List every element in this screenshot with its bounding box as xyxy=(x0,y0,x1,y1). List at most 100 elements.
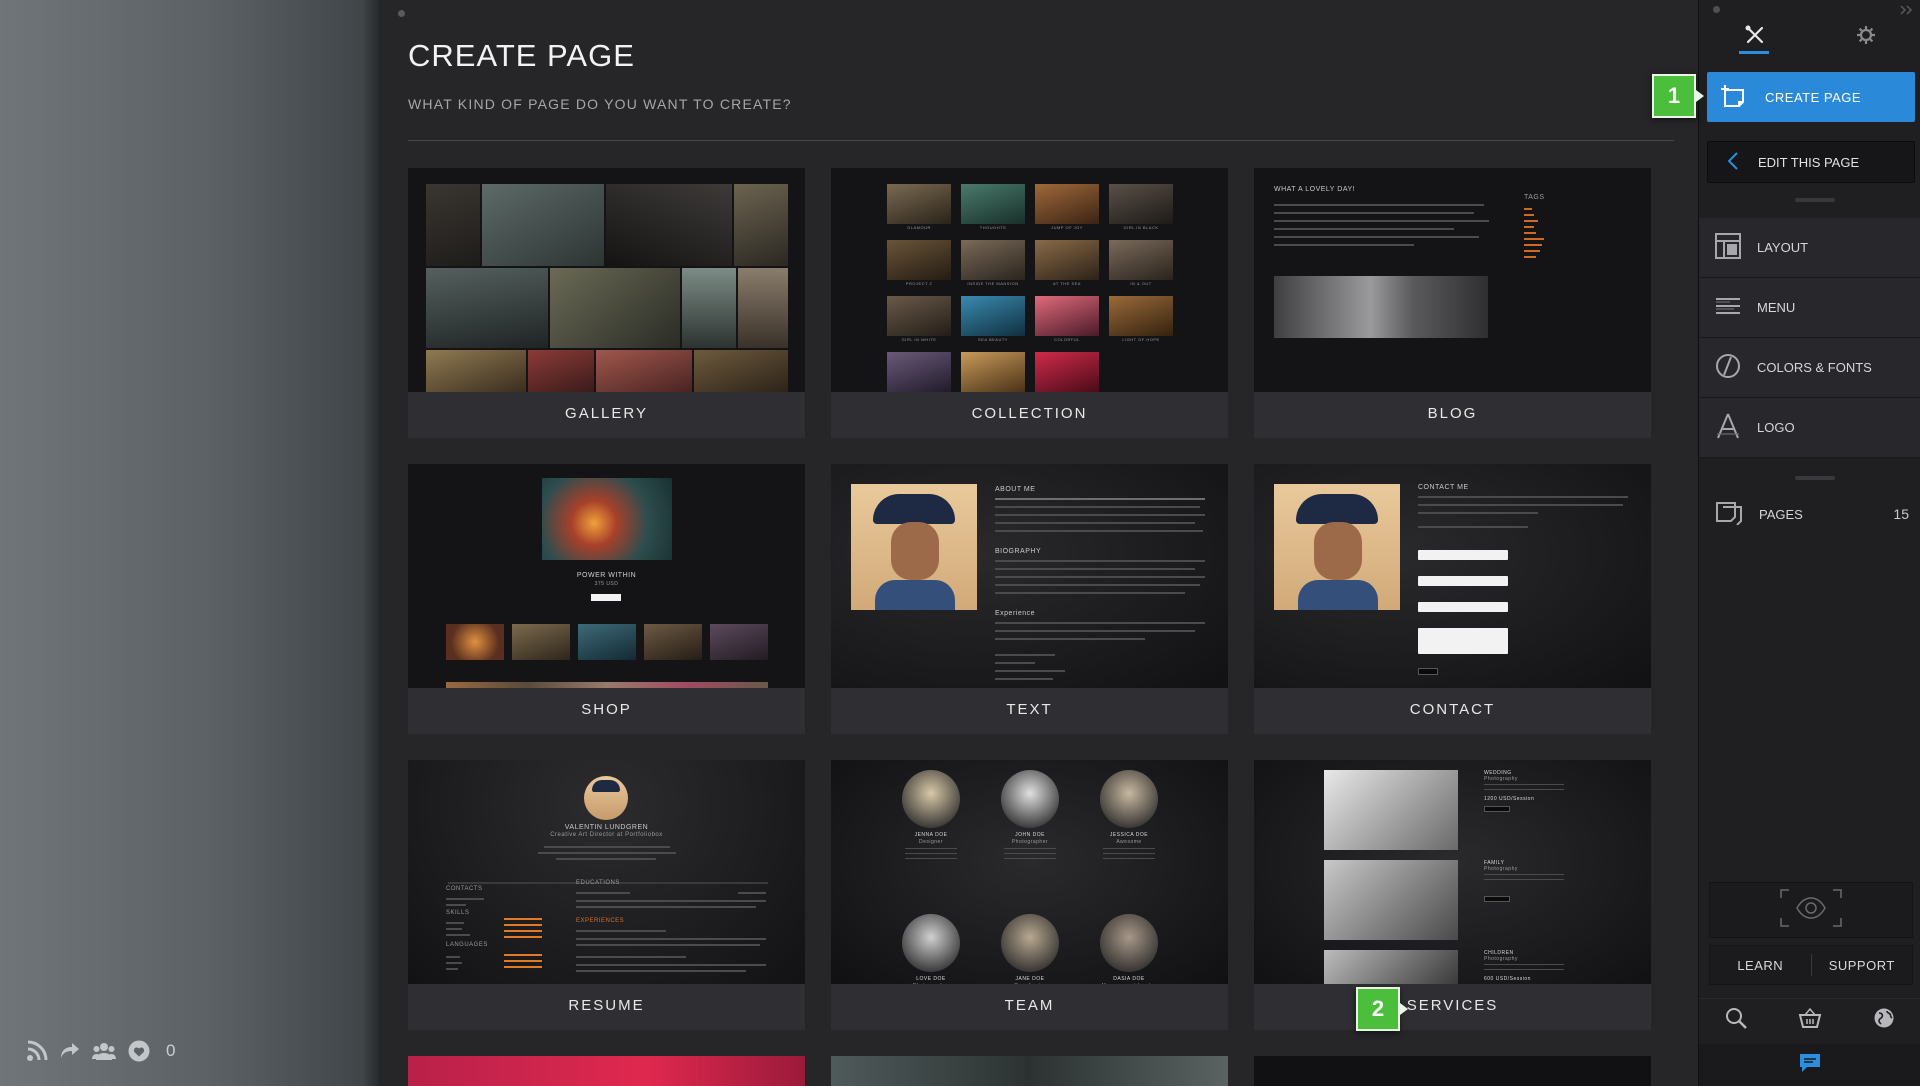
gallery-photo xyxy=(734,184,788,266)
template-card-services[interactable]: WEDDING Photography 1200 USD/Session FAMILY… xyxy=(1254,760,1651,1030)
shop-item-photo xyxy=(446,624,504,660)
collection-photo xyxy=(1109,296,1173,336)
site-backdrop xyxy=(0,0,382,1086)
hat-shape xyxy=(1296,494,1378,524)
text-line xyxy=(1418,504,1623,506)
service-photo xyxy=(1324,950,1458,984)
resume-name: VALENTIN LUNDGREN xyxy=(564,824,649,831)
gear-icon xyxy=(1856,25,1876,50)
partial-thumbnail xyxy=(408,1056,805,1086)
template-label: GALLERY xyxy=(565,405,648,422)
portrait-photo xyxy=(1274,484,1400,610)
collection-caption: INSIDE THE MANSION xyxy=(967,281,1019,286)
text-line xyxy=(576,938,766,940)
rss-icon[interactable] xyxy=(26,1040,48,1062)
text-line xyxy=(1274,236,1479,238)
form-textarea xyxy=(1418,628,1508,654)
form-field xyxy=(1418,602,1508,612)
logo-icon xyxy=(1699,412,1757,443)
collection-caption: COLORFUL xyxy=(1054,337,1080,342)
portrait-photo xyxy=(851,484,977,610)
shop-item-photo xyxy=(578,624,636,660)
new-page-icon xyxy=(1707,84,1765,111)
support-button[interactable]: SUPPORT xyxy=(1812,946,1913,984)
like-heart-icon[interactable] xyxy=(128,1040,150,1062)
template-card-shop[interactable]: POWER WITHIN 375 USD SHOP xyxy=(408,464,805,734)
template-card-resume[interactable]: VALENTIN LUNDGREN Creative Art Director … xyxy=(408,760,805,1030)
template-card-partial[interactable] xyxy=(408,1056,805,1086)
text-line xyxy=(738,892,766,894)
text-line xyxy=(995,530,1203,532)
create-page-button[interactable]: CREATE PAGE xyxy=(1707,72,1915,122)
template-card-team[interactable]: JENNA DOE Designer JOHN DOE Photographer JES… xyxy=(831,760,1228,1030)
text-line xyxy=(1004,848,1056,849)
page-title: CREATE PAGE xyxy=(408,38,635,73)
page-subtitle: WHAT KIND OF PAGE DO YOU WANT TO CREATE? xyxy=(408,96,792,112)
skill-bar xyxy=(504,918,542,920)
shop-item-photo xyxy=(644,624,702,660)
template-label: BLOG xyxy=(1427,405,1478,422)
chevron-left-icon xyxy=(1708,151,1758,173)
template-label: COLLECTION xyxy=(971,405,1088,422)
skill-bar xyxy=(504,930,542,932)
community-icon[interactable] xyxy=(92,1042,116,1060)
menu-item-pages[interactable]: PAGES 15 xyxy=(1699,484,1920,544)
team-member-avatar xyxy=(902,770,960,828)
text-line xyxy=(995,638,1145,640)
layout-icon xyxy=(1699,233,1757,262)
template-card-collection[interactable]: GLAMOUR THOUGHTS JUMP OF JOY GIRL IN BLACK P… xyxy=(831,168,1228,438)
template-label: TEXT xyxy=(1006,701,1053,718)
tab-settings[interactable] xyxy=(1810,18,1920,56)
menu-item-layout[interactable]: LAYOUT xyxy=(1699,218,1920,278)
menu-item-logo[interactable]: LOGO xyxy=(1699,398,1920,458)
template-card-partial[interactable] xyxy=(831,1056,1228,1086)
text-line xyxy=(995,576,1205,578)
collection-caption: THOUGHTS xyxy=(979,225,1007,230)
resume-thumbnail: VALENTIN LUNDGREN Creative Art Director … xyxy=(408,760,805,984)
shirt-shape xyxy=(1298,580,1378,610)
team-member-role: Photographer xyxy=(1011,839,1049,845)
text-line xyxy=(576,892,630,894)
tab-tools[interactable] xyxy=(1699,18,1810,56)
shop-basket-icon[interactable] xyxy=(1798,1007,1822,1034)
collection-photo xyxy=(1035,296,1099,336)
shop-item-photo xyxy=(710,624,768,660)
template-card-gallery[interactable]: GALLERY xyxy=(408,168,805,438)
text-line xyxy=(1103,848,1155,849)
search-icon[interactable] xyxy=(1725,1007,1747,1034)
window-dot xyxy=(398,10,405,17)
template-card-blog[interactable]: WHAT A LOVELY DAY! TAGS BLOG xyxy=(1254,168,1651,438)
face-shape xyxy=(1314,522,1362,580)
contact-heading: CONTACT ME xyxy=(1418,484,1469,491)
menu-item-menu[interactable]: MENU xyxy=(1699,278,1920,338)
resume-contacts-label: CONTACTS xyxy=(446,886,483,892)
text-line xyxy=(1418,496,1628,498)
collection-caption: AT THE SEA xyxy=(1053,281,1081,286)
globe-icon[interactable] xyxy=(1873,1007,1895,1034)
team-member-role: Coordinator xyxy=(985,983,1075,984)
shop-thumbnail: POWER WITHIN 375 USD xyxy=(408,464,805,688)
collection-caption: GIRL IN BLACK xyxy=(1123,225,1159,230)
chat-bar[interactable] xyxy=(1699,1044,1920,1086)
learn-button[interactable]: LEARN xyxy=(1710,946,1811,984)
add-to-cart-button xyxy=(591,594,621,601)
team-member-avatar xyxy=(1001,770,1059,828)
menu-item-colors-fonts[interactable]: COLORS & FONTS xyxy=(1699,338,1920,398)
text-line xyxy=(905,848,957,849)
template-card-partial[interactable] xyxy=(1254,1056,1651,1086)
resume-role: Creative Art Director at Portfoliobox xyxy=(550,832,663,838)
tag-item xyxy=(1524,220,1538,222)
preview-button[interactable] xyxy=(1709,882,1913,938)
text-about-heading: ABOUT ME xyxy=(995,486,1036,493)
template-card-text[interactable]: ABOUT ME BIOGRAPHY Experience TEXT xyxy=(831,464,1228,734)
gallery-photo xyxy=(682,268,736,348)
template-card-contact[interactable]: CONTACT ME CONTACT xyxy=(1254,464,1651,734)
resume-education-label: EDUCATIONS xyxy=(576,880,620,886)
edit-page-label: EDIT THIS PAGE xyxy=(1758,154,1860,170)
service-subtitle: Photography xyxy=(1484,866,1518,872)
hat-shape xyxy=(873,494,955,524)
gallery-photo xyxy=(528,350,594,392)
share-icon[interactable] xyxy=(60,1042,80,1060)
resume-skills-label: SKILLS xyxy=(446,910,470,916)
edit-this-page-button[interactable]: EDIT THIS PAGE xyxy=(1707,141,1915,183)
